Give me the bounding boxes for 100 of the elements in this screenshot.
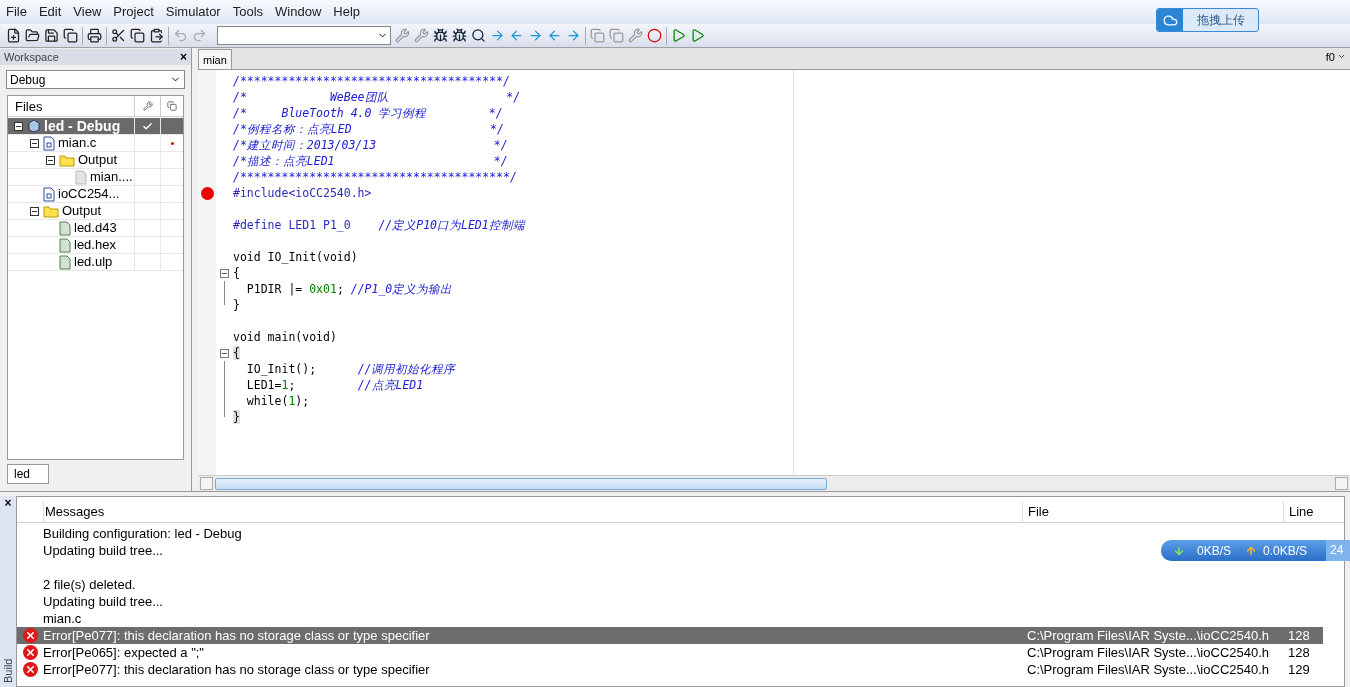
- column-header[interactable]: File: [1022, 501, 1283, 522]
- menu-item[interactable]: Tools: [228, 2, 268, 22]
- upload-button[interactable]: 拖拽上传: [1156, 8, 1259, 32]
- menu-item[interactable]: Edit: [34, 2, 66, 22]
- item-label: Output: [77, 152, 119, 168]
- menu-item[interactable]: View: [69, 2, 106, 22]
- code-line: /***************************************/: [233, 170, 517, 184]
- tree-row[interactable]: led.hex: [8, 237, 183, 254]
- play-icon[interactable]: [690, 28, 705, 43]
- tree-row[interactable]: mian.c: [8, 135, 183, 152]
- tree-row[interactable]: mian....: [8, 169, 183, 186]
- code-line: #include<ioCC2540.h>: [233, 186, 372, 200]
- file-icon: [75, 169, 87, 185]
- error-icon: [22, 662, 38, 677]
- column-header[interactable]: Messages: [43, 501, 1022, 522]
- search-icon[interactable]: [471, 28, 486, 43]
- message-row[interactable]: Updating build tree...: [17, 593, 1323, 610]
- tree-row[interactable]: led.d43: [8, 220, 183, 237]
- cube-icon: [27, 119, 41, 133]
- menu-item[interactable]: Window: [271, 2, 326, 22]
- horizontal-scrollbar[interactable]: [198, 475, 1350, 491]
- bug-icon[interactable]: [433, 28, 448, 43]
- print-icon[interactable]: [87, 28, 102, 43]
- breakpoint-icon[interactable]: [647, 28, 662, 43]
- code-line: P1DIR |= 0x01; //P1_0定义为输出: [245, 282, 453, 296]
- column-header[interactable]: Line: [1283, 501, 1344, 522]
- combo-box[interactable]: [217, 26, 391, 45]
- code-line: /* WeBee团队 */: [233, 90, 521, 104]
- open-folder-icon[interactable]: [25, 28, 40, 43]
- bug-icon[interactable]: [452, 28, 467, 43]
- collapse-toggle[interactable]: [13, 121, 23, 131]
- message-row[interactable]: 2 file(s) deleted.: [17, 576, 1323, 593]
- collapse-toggle[interactable]: [29, 206, 39, 216]
- cloud-icon: [1162, 12, 1178, 28]
- code-line: #define LED1 P1_0 //定义P10口为LED1控制端: [233, 218, 525, 232]
- menu-item[interactable]: Simulator: [161, 2, 225, 22]
- file-icon: [59, 220, 71, 236]
- upload-speed: 0.0KB/S: [1263, 542, 1308, 560]
- save-icon[interactable]: [44, 28, 59, 43]
- code-line: /* BlueTooth 4.0 学习例程 */: [233, 106, 503, 120]
- play-icon[interactable]: [671, 28, 686, 43]
- collapse-toggle[interactable]: [45, 155, 55, 165]
- download-speed: 0KB/S: [1197, 542, 1232, 560]
- item-label: mian.c: [57, 135, 98, 151]
- options-icon[interactable]: [142, 101, 153, 111]
- code-line: void main(void): [233, 330, 337, 344]
- tree-row[interactable]: Output: [8, 203, 183, 220]
- code-line: IO_Init(); //调用初始化程序: [245, 362, 456, 376]
- folder-icon: [59, 153, 75, 167]
- message-row[interactable]: mian.c: [17, 610, 1323, 627]
- build-tab[interactable]: Build: [1, 657, 15, 683]
- fold-toggle[interactable]: [220, 268, 229, 278]
- file-icon: [59, 237, 71, 253]
- workspace-tab[interactable]: led: [7, 464, 49, 484]
- function-selector[interactable]: f0: [1325, 48, 1350, 65]
- paste-icon[interactable]: [149, 28, 164, 43]
- code-line: /*建立时间：2013/03/13 */: [233, 138, 508, 152]
- code-line: void IO_Init(void): [233, 250, 358, 264]
- item-label: Output: [61, 203, 103, 219]
- fold-toggle[interactable]: [220, 348, 229, 358]
- close-button[interactable]: ×: [180, 48, 187, 66]
- message-row[interactable]: Error[Pe077]: this declaration has no storage class or type specifier C:\Program Files\IAR Syste...\ioCC2540.h 129: [17, 661, 1323, 678]
- editor-tab[interactable]: mian: [198, 49, 232, 69]
- tree-row[interactable]: led - Debug: [8, 118, 183, 135]
- source-file-icon: [43, 186, 55, 202]
- code-line: LED1=1; //点亮LED1: [245, 378, 424, 392]
- tree-row[interactable]: led.ulp: [8, 254, 183, 271]
- config-dropdown[interactable]: Debug: [6, 70, 185, 89]
- message-row[interactable]: Building configuration: led - Debug: [17, 525, 1323, 542]
- breakpoint-icon[interactable]: [200, 186, 214, 200]
- folder-icon: [43, 204, 59, 218]
- tree-row[interactable]: ioCC254...: [8, 186, 183, 203]
- new-file-icon[interactable]: [6, 28, 21, 43]
- item-label: led - Debug: [43, 118, 122, 134]
- code-line: }: [233, 298, 240, 312]
- download-icon: [1173, 544, 1185, 557]
- item-label: led.d43: [73, 220, 118, 236]
- code-line: /**************************************/: [233, 74, 510, 88]
- item-label: led.hex: [73, 237, 117, 253]
- menu-item[interactable]: Help: [329, 2, 365, 22]
- upload-icon: [1245, 544, 1258, 557]
- cut-icon[interactable]: [111, 28, 126, 43]
- wrench-icon[interactable]: [395, 28, 410, 43]
- wrench-icon[interactable]: [628, 28, 643, 43]
- item-label: led.ulp: [73, 254, 114, 270]
- code-line: /*描述：点亮LED1 */: [233, 154, 508, 168]
- collapse-toggle[interactable]: [29, 138, 39, 148]
- code-line: while(1);: [245, 394, 310, 408]
- error-icon: [22, 628, 38, 643]
- message-row[interactable]: Error[Pe065]: expected a ";" C:\Program Files\IAR Syste...\ioCC2540.h 128: [17, 644, 1323, 661]
- panel-title: Workspace: [4, 49, 59, 65]
- column-header[interactable]: Files: [8, 96, 134, 116]
- close-button[interactable]: ×: [4, 496, 12, 510]
- file-icon: [59, 254, 71, 270]
- menu-item[interactable]: Project: [109, 2, 158, 22]
- tree-row[interactable]: Output: [8, 152, 183, 169]
- message-row[interactable]: Error[Pe077]: this declaration has no storage class or type specifier C:\Program Files\IAR Syste...\ioCC2540.h 128: [17, 627, 1323, 644]
- copy-icon[interactable]: [130, 28, 145, 43]
- error-icon: [22, 645, 38, 660]
- menu-item[interactable]: File: [2, 2, 31, 22]
